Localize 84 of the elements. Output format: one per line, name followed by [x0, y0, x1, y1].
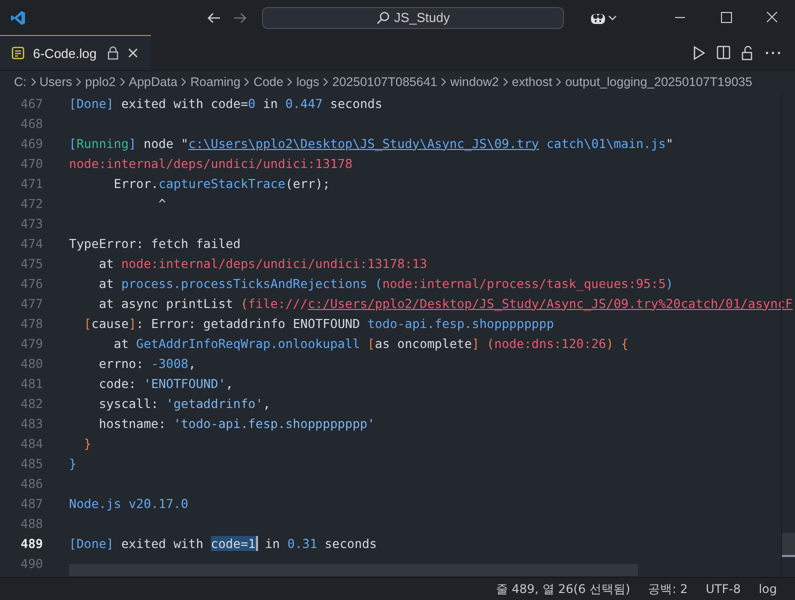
line-number: 485: [20, 456, 43, 470]
code-line: errno: -3008,: [98, 356, 196, 370]
chevron-icon: [554, 77, 564, 87]
line-number: 487: [20, 496, 43, 510]
line-number: 475: [20, 256, 43, 270]
breadcrumb-item[interactable]: 20250107T085641: [332, 75, 438, 89]
chevron-icon: [439, 77, 448, 87]
close-icon[interactable]: [126, 47, 139, 59]
search-field[interactable]: JS_Study: [262, 6, 564, 28]
code-line: Error.captureStackTrace(err);: [112, 176, 330, 190]
code-line: at GetAddrInfoReqWrap.onlookupall [as oncomplete] (node:dns:120:26) {: [112, 336, 629, 350]
caret-icon: [608, 14, 617, 20]
scrollbar-thumb[interactable]: [782, 533, 795, 557]
chevron-icon: [118, 77, 127, 87]
breadcrumb-item[interactable]: Users: [40, 75, 72, 89]
line-number: 482: [20, 396, 43, 410]
breadcrumb-item[interactable]: AppData: [128, 75, 178, 89]
line-number: 476: [20, 276, 43, 290]
code-line: syscall: 'getaddrinfo',: [98, 396, 270, 410]
line-number: 483: [20, 416, 43, 430]
status-item[interactable]: 줄 489, 열 26(6 선택됨): [496, 580, 630, 598]
file-link[interactable]: c:\Users\pplo2\Desktop\JS_Study\Async_JS\09.try: [188, 136, 539, 150]
breadcrumb-item[interactable]: C:: [14, 75, 26, 89]
editor-tab[interactable]: 6-Code.log: [0, 35, 151, 70]
breadcrumb-item[interactable]: window2: [450, 75, 499, 89]
chevron-icon: [285, 77, 294, 87]
code-line: TypeError: fetch failed: [69, 236, 241, 250]
split-editor-icon[interactable]: [716, 45, 731, 60]
breadcrumb-item[interactable]: logs: [296, 75, 320, 89]
line-number: 478: [20, 316, 43, 330]
code-line: }: [69, 456, 76, 470]
code-line: ^: [158, 196, 166, 210]
line-number: 480: [20, 356, 43, 370]
line-number: 470: [20, 156, 43, 170]
line-number: 467: [20, 96, 43, 110]
search-icon: [376, 10, 390, 24]
status-item[interactable]: 공백: 2: [648, 580, 688, 598]
line-number: 473: [20, 216, 43, 230]
selected-text: code=1: [210, 536, 258, 550]
breadcrumb-item[interactable]: exthost: [512, 75, 552, 89]
more-actions-icon[interactable]: [765, 50, 781, 54]
code-line: [Running] node "c:\Users\pplo2\Desktop\JS_Study\Async_JS\09.try catch\01\main.js": [69, 136, 674, 150]
chevron-icon: [74, 77, 84, 87]
chevron-icon: [28, 77, 38, 87]
document-icon: [11, 46, 25, 60]
app-logo-icon: [10, 10, 26, 26]
line-number: 481: [20, 376, 43, 390]
code-line: at process.processTicksAndRejections (node:internal/process/task_queues:95:5): [98, 276, 674, 290]
chevron-icon: [500, 77, 510, 87]
line-number: 468: [20, 116, 43, 130]
code-line: at async printList (file:///c:/Users/pplo2/Desktop/JS_Study/Async_JS/09.try%20catch/01/asyncF: [98, 296, 793, 310]
horizontal-scrollbar-thumb[interactable]: [69, 564, 638, 576]
code-line: [cause]: Error: getaddrinfo ENOTFOUND todo-api.fesp.shopppppppp: [82, 316, 554, 330]
line-number: 471: [20, 176, 43, 190]
breadcrumb-item[interactable]: Code: [253, 75, 284, 89]
code-line: code: 'ENOTFOUND',: [98, 376, 234, 390]
line-number: 469: [20, 136, 43, 150]
line-number: 472: [20, 196, 43, 210]
code-line: [Done] exited with code=1 in 0.31 seconds: [69, 536, 377, 550]
code-line: Node.js v20.17.0: [69, 496, 188, 510]
code-line: }: [82, 436, 92, 450]
code-line: hostname: 'todo-api.fesp.shopppppppp': [98, 416, 375, 430]
line-number: 474: [20, 236, 43, 250]
breadcrumb-item[interactable]: Roaming: [190, 75, 240, 89]
line-number: 484: [20, 436, 43, 450]
line-number: 488: [20, 516, 43, 530]
status-item[interactable]: UTF-8: [706, 582, 741, 596]
line-number: 477: [20, 296, 43, 310]
status-item[interactable]: log: [758, 582, 777, 596]
breadcrumb-item[interactable]: output_logging_20250107T19035: [565, 75, 752, 89]
run-icon[interactable]: [692, 44, 706, 60]
line-number: 489: [20, 536, 43, 550]
chevron-icon: [242, 77, 252, 87]
code-line: at node:internal/deps/undici/undici:13178:13: [98, 256, 428, 270]
unlocked-lock-icon[interactable]: [741, 44, 755, 60]
code-line: node:internal/deps/undici/undici:13178: [69, 156, 352, 170]
line-number: 479: [20, 336, 43, 350]
line-number: 486: [20, 476, 43, 490]
line-number: 490: [20, 556, 43, 570]
chevron-icon: [179, 77, 188, 87]
chevron-icon: [321, 77, 330, 87]
code-line: [Done] exited with code=0 in 0.447 seconds: [69, 96, 382, 110]
breadcrumb-item[interactable]: pplo2: [85, 75, 116, 89]
file-link[interactable]: c:/Users/pplo2/Desktop/JS_Study/Async_JS/09.try%20catch/01/asyncF: [308, 296, 793, 310]
